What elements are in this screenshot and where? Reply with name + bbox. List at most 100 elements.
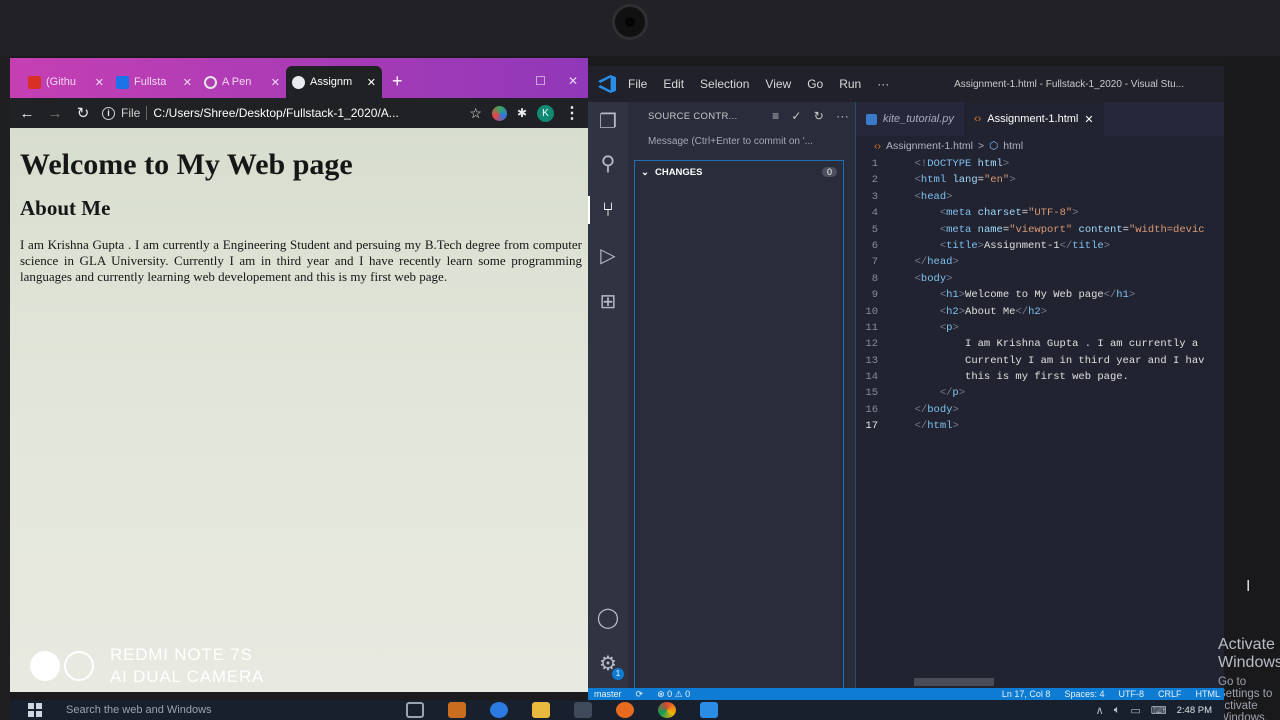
- close-icon[interactable]: ✕: [271, 76, 280, 89]
- menu-edit[interactable]: Edit: [663, 77, 684, 91]
- info-icon[interactable]: i: [102, 106, 115, 120]
- code-line[interactable]: 5 <meta name="viewport" content="width=d…: [856, 224, 1224, 240]
- code-line[interactable]: 11 <p>: [856, 322, 1224, 338]
- puzzle-extension-icon[interactable]: ✱: [517, 106, 527, 120]
- changes-header[interactable]: ⌄ CHANGES 0: [635, 161, 843, 183]
- reload-icon[interactable]: ↻: [74, 104, 92, 122]
- store-icon[interactable]: [574, 702, 592, 718]
- profile-avatar[interactable]: K: [537, 104, 554, 122]
- breadcrumb-node[interactable]: html: [1003, 140, 1023, 152]
- refresh-icon[interactable]: ↻: [814, 109, 824, 123]
- encoding[interactable]: UTF-8: [1118, 689, 1144, 699]
- maximize-icon[interactable]: ☐: [535, 74, 546, 88]
- code-line[interactable]: 12 I am Krishna Gupta . I am currently a: [856, 338, 1224, 354]
- menu-go[interactable]: Go: [807, 77, 823, 91]
- close-icon[interactable]: ✕: [1084, 113, 1093, 126]
- edge-icon[interactable]: [490, 702, 508, 718]
- windows-start-icon[interactable]: [28, 703, 42, 717]
- code-line[interactable]: 10 <h2>About Me</h2>: [856, 306, 1224, 322]
- menu-file[interactable]: File: [628, 77, 647, 91]
- code-line[interactable]: 6 <title>Assignment-1</title>: [856, 240, 1224, 256]
- code-text: I am Krishna Gupta . I am currently a: [902, 338, 1198, 354]
- more-actions-icon[interactable]: ···: [836, 109, 849, 123]
- line-ending[interactable]: CRLF: [1158, 689, 1182, 699]
- camera-logo: [30, 651, 94, 681]
- tab-title: (Githu: [46, 76, 76, 88]
- cursor-position[interactable]: Ln 17, Col 8: [1002, 689, 1051, 699]
- chrome-menu-icon[interactable]: ⋮: [564, 103, 580, 123]
- menu-view[interactable]: View: [765, 77, 791, 91]
- chrome-icon[interactable]: [658, 702, 676, 718]
- indentation[interactable]: Spaces: 4: [1064, 689, 1104, 699]
- settings-gear-icon[interactable]: ⚙ 1: [594, 650, 624, 680]
- taskbar-clock[interactable]: 2:48 PM: [1177, 705, 1212, 716]
- close-icon[interactable]: ✕: [183, 76, 192, 89]
- problems-indicator[interactable]: ⊗ 0 ⚠ 0: [657, 689, 690, 700]
- source-control-icon[interactable]: ⑂: [588, 196, 622, 224]
- git-branch[interactable]: master: [594, 689, 622, 699]
- menu-more[interactable]: ···: [877, 77, 889, 91]
- html-file-icon: ‹›: [973, 113, 982, 125]
- code-token: >: [1040, 305, 1047, 318]
- commit-check-icon[interactable]: ✓: [791, 109, 801, 123]
- keyboard-icon[interactable]: ⌨: [1151, 704, 1167, 717]
- menu-run[interactable]: Run: [839, 77, 861, 91]
- task-view-icon[interactable]: [406, 702, 424, 718]
- new-tab-button[interactable]: +: [382, 71, 403, 98]
- code-line[interactable]: 13 Currently I am in third year and I ha…: [856, 355, 1224, 371]
- extension-color-icon[interactable]: [491, 105, 507, 121]
- chrome-tab-active[interactable]: Assignm ✕: [286, 66, 382, 98]
- forward-icon[interactable]: →: [46, 105, 64, 122]
- search-icon[interactable]: ⚲: [594, 150, 622, 178]
- chrome-tab[interactable]: (Githu ✕: [22, 66, 110, 98]
- python-file-icon: [866, 113, 877, 125]
- address-bar[interactable]: i File C:/Users/Shree/Desktop/Fullstack-…: [102, 106, 459, 120]
- close-icon[interactable]: ✕: [95, 76, 104, 89]
- firefox-icon[interactable]: [616, 702, 634, 718]
- code-line[interactable]: 15 </p>: [856, 387, 1224, 403]
- bookmark-star-icon[interactable]: ☆: [469, 105, 482, 122]
- close-icon[interactable]: ✕: [367, 76, 376, 89]
- close-window-icon[interactable]: ✕: [568, 74, 578, 88]
- volume-icon[interactable]: 🔈︎: [1114, 704, 1121, 717]
- code-line[interactable]: 9 <h1>Welcome to My Web page</h1>: [856, 289, 1224, 305]
- explorer-icon[interactable]: ❐: [594, 108, 622, 136]
- horizontal-scrollbar[interactable]: [914, 678, 994, 686]
- editor-tab-kite[interactable]: kite_tutorial.py: [856, 102, 964, 136]
- code-line[interactable]: 3 <head>: [856, 191, 1224, 207]
- back-icon[interactable]: ←: [18, 105, 36, 122]
- code-line[interactable]: 8 <body>: [856, 273, 1224, 289]
- extensions-icon[interactable]: ⊞: [594, 288, 622, 316]
- code-editor[interactable]: 1 <!DOCTYPE html> 2 <html lang="en"> 3 <he…: [856, 158, 1224, 437]
- commit-message-input[interactable]: Message (Ctrl+Enter to commit on '...: [648, 136, 838, 156]
- code-token: lang: [952, 174, 978, 187]
- code-line[interactable]: 14 this is my first web page.: [856, 371, 1224, 387]
- chrome-tab[interactable]: A Pen ✕: [198, 66, 286, 98]
- file-explorer-icon[interactable]: [532, 702, 550, 718]
- media-player-icon[interactable]: [448, 702, 466, 718]
- editor-tab-assignment[interactable]: ‹› Assignment-1.html ✕: [963, 102, 1104, 136]
- code-line[interactable]: 4 <meta charset="UTF-8">: [856, 207, 1224, 223]
- code-line[interactable]: 1 <!DOCTYPE html>: [856, 158, 1224, 174]
- code-token: "viewport": [1009, 223, 1073, 236]
- code-line[interactable]: 16 </body>: [856, 404, 1224, 420]
- code-token: >: [952, 321, 959, 334]
- code-line[interactable]: 2 <html lang="en">: [856, 174, 1224, 190]
- accounts-icon[interactable]: ◯: [594, 604, 622, 632]
- code-text: <head>: [902, 191, 953, 207]
- sync-icon[interactable]: ⟳: [636, 689, 644, 700]
- menu-selection[interactable]: Selection: [700, 77, 749, 91]
- address-divider: [146, 106, 148, 120]
- vscode-taskbar-icon[interactable]: [700, 702, 718, 718]
- code-line[interactable]: 7 </head>: [856, 256, 1224, 272]
- run-debug-icon[interactable]: ▷: [594, 242, 622, 270]
- tray-chevron-icon[interactable]: ∧: [1096, 704, 1104, 717]
- taskbar-search[interactable]: Search the web and Windows: [66, 704, 366, 716]
- view-as-list-icon[interactable]: ≡: [772, 109, 779, 123]
- battery-icon[interactable]: ▭: [1130, 704, 1140, 717]
- breadcrumb-file[interactable]: Assignment-1.html: [886, 140, 973, 152]
- language-mode[interactable]: HTML: [1196, 689, 1221, 699]
- chrome-tab[interactable]: Fullsta ✕: [110, 66, 198, 98]
- code-line[interactable]: 17 </html>: [856, 420, 1224, 436]
